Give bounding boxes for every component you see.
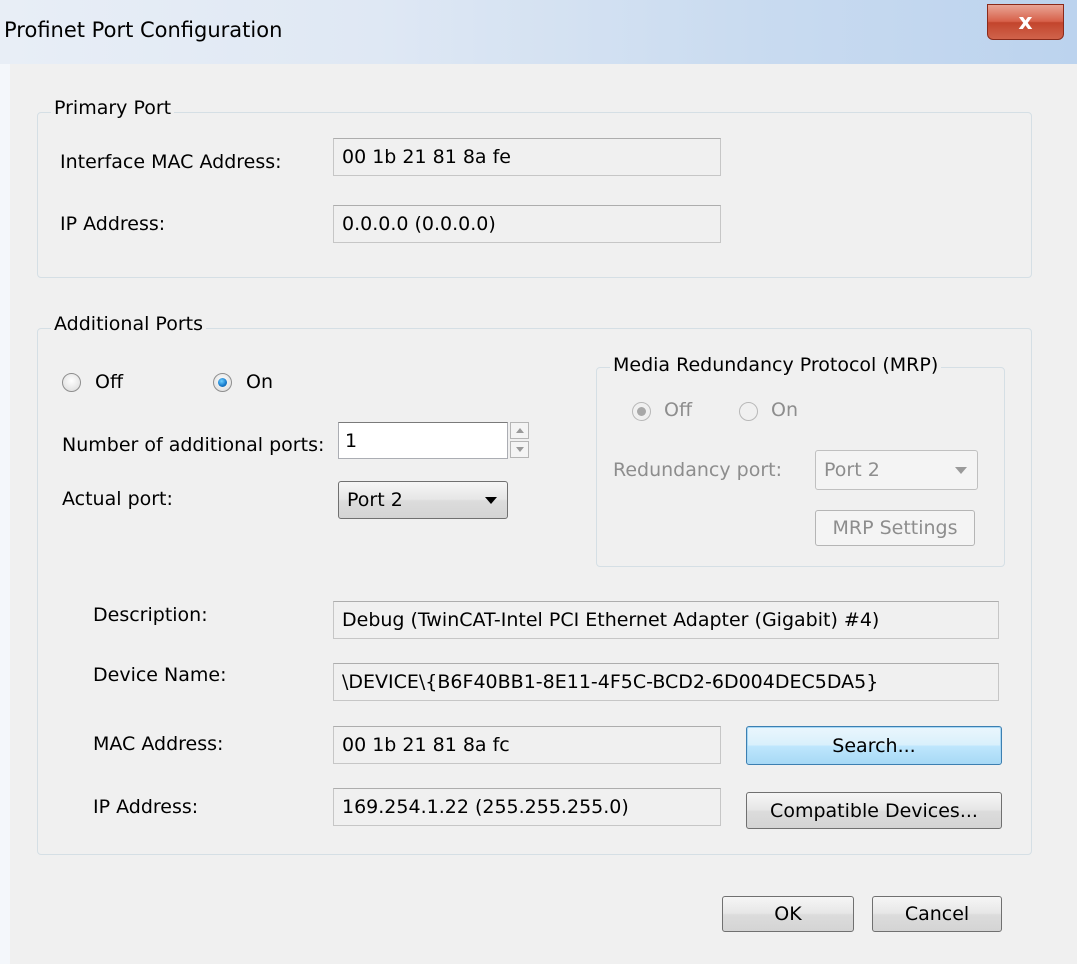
additional-ports-on-label[interactable]: On: [246, 371, 273, 393]
redundancy-port-value: Port 2: [824, 459, 880, 481]
interface-mac-value: 00 1b 21 81 8a fe: [342, 146, 511, 168]
close-button[interactable]: x: [987, 4, 1064, 40]
additional-ports-off-radio[interactable]: [62, 373, 81, 392]
device-name-value: \DEVICE\{B6F40BB1-8E11-4F5C-BCD2-6D004DE…: [342, 671, 879, 693]
ip-address-field: 169.254.1.22 (255.255.255.0): [333, 788, 721, 826]
ok-button[interactable]: OK: [722, 896, 854, 932]
actual-port-value: Port 2: [347, 489, 403, 511]
mac-address-value: 00 1b 21 81 8a fc: [342, 734, 510, 756]
spin-down-icon: [516, 447, 524, 452]
description-label: Description:: [93, 604, 208, 626]
redundancy-port-label: Redundancy port:: [613, 459, 783, 481]
search-button-label: Search...: [832, 734, 916, 757]
mrp-settings-label: MRP Settings: [832, 517, 958, 539]
additional-ports-on-radio[interactable]: [213, 373, 232, 392]
chevron-down-icon: [485, 497, 497, 504]
interface-mac-label: Interface MAC Address:: [60, 151, 282, 173]
mac-address-label: MAC Address:: [93, 733, 224, 755]
primary-ip-label: IP Address:: [60, 213, 166, 235]
description-value: Debug (TwinCAT-Intel PCI Ethernet Adapte…: [342, 609, 880, 631]
compatible-devices-label: Compatible Devices...: [770, 799, 978, 822]
mrp-off-radio[interactable]: [632, 402, 651, 421]
search-button[interactable]: Search...: [746, 726, 1002, 765]
radio-selected-dot: [637, 407, 646, 416]
spin-down-button[interactable]: [510, 441, 529, 458]
mrp-on-label[interactable]: On: [771, 399, 798, 421]
ip-address-label: IP Address:: [93, 796, 199, 818]
number-of-ports-value: 1: [345, 429, 358, 452]
primary-port-group: [37, 112, 1032, 278]
spin-up-icon: [516, 428, 524, 433]
additional-ports-legend: Additional Ports: [51, 313, 206, 335]
close-icon: x: [1018, 9, 1033, 35]
redundancy-port-dropdown[interactable]: Port 2: [815, 450, 978, 490]
actual-port-label: Actual port:: [62, 488, 173, 510]
primary-ip-field: 0.0.0.0 (0.0.0.0): [333, 205, 721, 243]
mrp-settings-button[interactable]: MRP Settings: [815, 510, 975, 546]
ok-button-label: OK: [774, 903, 802, 925]
primary-ip-value: 0.0.0.0 (0.0.0.0): [342, 213, 496, 235]
window-left-border: [0, 64, 10, 964]
device-name-field: \DEVICE\{B6F40BB1-8E11-4F5C-BCD2-6D004DE…: [333, 663, 999, 701]
number-of-ports-label: Number of additional ports:: [62, 434, 325, 456]
spin-up-button[interactable]: [510, 422, 529, 439]
mrp-legend: Media Redundancy Protocol (MRP): [610, 354, 942, 376]
compatible-devices-button[interactable]: Compatible Devices...: [746, 792, 1002, 829]
description-field: Debug (TwinCAT-Intel PCI Ethernet Adapte…: [333, 601, 999, 639]
cancel-button[interactable]: Cancel: [872, 896, 1002, 932]
device-name-label: Device Name:: [93, 664, 227, 686]
additional-ports-off-label[interactable]: Off: [95, 371, 123, 393]
actual-port-dropdown[interactable]: Port 2: [338, 481, 508, 519]
primary-port-legend: Primary Port: [51, 97, 175, 119]
window-title: Profinet Port Configuration: [4, 18, 283, 42]
interface-mac-field: 00 1b 21 81 8a fe: [333, 138, 721, 176]
radio-selected-dot: [218, 378, 227, 387]
mrp-off-label[interactable]: Off: [664, 399, 692, 421]
cancel-button-label: Cancel: [904, 903, 970, 925]
number-of-ports-input[interactable]: 1: [338, 422, 508, 459]
chevron-down-icon: [955, 467, 967, 474]
mrp-on-radio[interactable]: [739, 402, 758, 421]
ip-address-value: 169.254.1.22 (255.255.255.0): [342, 796, 629, 818]
mac-address-field: 00 1b 21 81 8a fc: [333, 726, 721, 764]
